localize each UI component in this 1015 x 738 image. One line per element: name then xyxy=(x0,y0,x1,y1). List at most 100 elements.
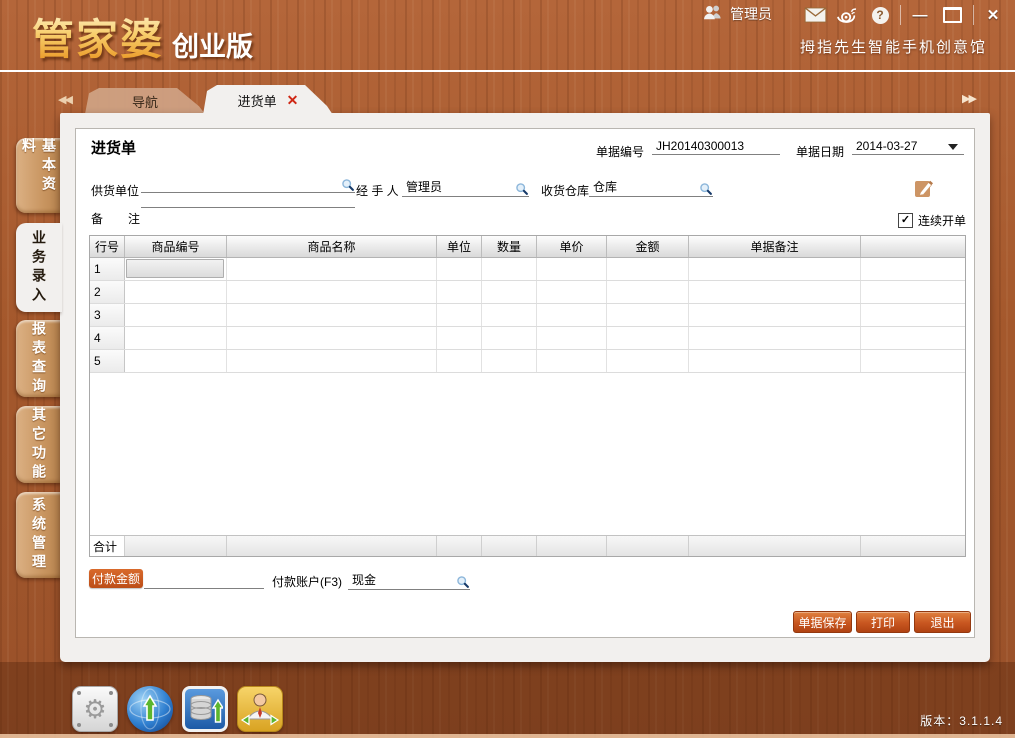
help-icon[interactable]: ? xyxy=(864,7,896,24)
selected-cell[interactable] xyxy=(126,259,224,278)
cell-doc-remark[interactable] xyxy=(689,304,861,326)
weibo-icon[interactable] xyxy=(830,6,864,24)
cell-doc-remark[interactable] xyxy=(689,350,861,372)
sidebar-item-business-entry[interactable]: 业务录入 xyxy=(16,223,62,312)
supplier-label: 供货单位 xyxy=(91,182,139,199)
cell-product-name[interactable] xyxy=(227,350,437,372)
table-row: 2 xyxy=(90,281,965,304)
cell-product-name[interactable] xyxy=(227,281,437,303)
switch-user-icon[interactable] xyxy=(237,686,283,732)
continuous-billing-checkbox[interactable]: ✓ 连续开单 xyxy=(898,212,966,229)
remark-field[interactable] xyxy=(141,206,355,208)
cell-doc-remark[interactable] xyxy=(689,281,861,303)
cell-product-name[interactable] xyxy=(227,327,437,349)
doc-no-field[interactable]: JH20140300013 xyxy=(652,139,780,155)
cell-unit-price[interactable] xyxy=(537,304,607,326)
close-icon[interactable]: ✕ xyxy=(978,6,1008,24)
cell-unit-price[interactable] xyxy=(537,327,607,349)
supplier-field[interactable] xyxy=(141,178,355,193)
app-logo: 管家婆 创业版 xyxy=(32,6,253,67)
total-label: 合计 xyxy=(90,536,125,556)
handler-field[interactable]: 管理员 xyxy=(402,178,529,197)
database-backup-icon[interactable] xyxy=(182,686,228,732)
cell-product-code[interactable] xyxy=(125,350,227,372)
row-number: 3 xyxy=(90,304,125,326)
date-dropdown-icon[interactable] xyxy=(948,144,958,150)
cell-unit[interactable] xyxy=(437,327,482,349)
sidebar-item-system-management[interactable]: 系统管理 xyxy=(16,492,62,578)
doc-date-field[interactable]: 2014-03-27 xyxy=(852,139,964,155)
col-header-product-code: 商品编号 xyxy=(125,236,227,257)
cell-unit-price[interactable] xyxy=(537,258,607,280)
cell-unit-price[interactable] xyxy=(537,281,607,303)
col-header-row-no: 行号 xyxy=(90,236,125,257)
doc-no-label: 单据编号 xyxy=(596,143,644,160)
table-empty-area xyxy=(90,373,965,535)
row-number: 1 xyxy=(90,258,125,280)
cell-amount[interactable] xyxy=(607,281,689,303)
tabs-scroll-left-icon[interactable]: ◀◀ xyxy=(58,93,71,106)
handler-search-icon[interactable] xyxy=(515,182,529,196)
page-title: 进货单 xyxy=(91,137,136,158)
warehouse-search-icon[interactable] xyxy=(699,182,713,196)
cell-doc-remark[interactable] xyxy=(689,327,861,349)
row-number: 4 xyxy=(90,327,125,349)
cell-amount[interactable] xyxy=(607,350,689,372)
cell-doc-remark[interactable] xyxy=(689,258,861,280)
tabs-scroll-right-icon[interactable]: ▶▶ xyxy=(962,92,975,105)
cell-amount[interactable] xyxy=(607,304,689,326)
cell-unit[interactable] xyxy=(437,304,482,326)
cell-product-name[interactable] xyxy=(227,258,437,280)
save-button[interactable]: 单据保存 xyxy=(793,611,852,633)
sidebar-item-basic-data[interactable]: 基本资料 xyxy=(16,138,62,213)
cell-product-name[interactable] xyxy=(227,304,437,326)
cell-amount[interactable] xyxy=(607,258,689,280)
cell-product-code[interactable] xyxy=(125,258,227,280)
maximize-icon[interactable] xyxy=(935,7,969,23)
mail-icon[interactable] xyxy=(800,7,830,23)
table-row: 3 xyxy=(90,304,965,327)
cell-product-code[interactable] xyxy=(125,304,227,326)
version-label: 版本：3.1.1.4 xyxy=(920,712,1003,729)
print-button[interactable]: 打印 xyxy=(856,611,910,633)
tab-navigation-label: 导航 xyxy=(132,92,158,111)
cell-quantity[interactable] xyxy=(482,350,537,372)
warehouse-field[interactable]: 仓库 xyxy=(589,178,713,197)
user-icon xyxy=(702,4,724,24)
sidebar-item-report-query[interactable]: 报表查询 xyxy=(16,320,62,397)
cell-quantity[interactable] xyxy=(482,327,537,349)
main-panel: 进货单 单据编号 JH20140300013 单据日期 2014-03-27 供… xyxy=(60,113,990,662)
cell-unit-price[interactable] xyxy=(537,350,607,372)
cell-quantity[interactable] xyxy=(482,304,537,326)
payment-amount-field[interactable] xyxy=(144,571,264,589)
tab-navigation[interactable]: 导航 xyxy=(85,88,205,114)
titlebar-separator xyxy=(973,5,974,25)
cell-amount[interactable] xyxy=(607,327,689,349)
cell-unit[interactable] xyxy=(437,281,482,303)
cell-quantity[interactable] xyxy=(482,281,537,303)
cell-quantity[interactable] xyxy=(482,258,537,280)
user-account[interactable]: 管理员 xyxy=(702,4,772,24)
exit-button[interactable]: 退出 xyxy=(914,611,971,633)
settings-gear-icon[interactable]: ⚙ xyxy=(72,686,118,732)
cell-unit[interactable] xyxy=(437,350,482,372)
payment-amount-label: 付款金额 xyxy=(89,569,143,588)
remark-label: 备 注 xyxy=(91,210,140,227)
sidebar-item-other-functions[interactable]: 其它功能 xyxy=(16,406,62,483)
tab-close-icon[interactable]: ✕ xyxy=(287,92,299,109)
cell-unit[interactable] xyxy=(437,258,482,280)
cell-product-code[interactable] xyxy=(125,327,227,349)
supplier-search-icon[interactable] xyxy=(341,178,355,192)
items-table: 行号 商品编号 商品名称 单位 数量 单价 金额 单据备注 1 xyxy=(89,235,966,557)
titlebar-separator xyxy=(900,5,901,25)
payment-account-search-icon[interactable] xyxy=(456,575,470,589)
tab-purchase-order[interactable]: 进货单 ✕ xyxy=(203,85,333,115)
continuous-billing-label: 连续开单 xyxy=(918,212,966,229)
cell-product-code[interactable] xyxy=(125,281,227,303)
payment-account-field[interactable]: 现金 xyxy=(348,569,470,590)
user-name-label: 管理员 xyxy=(730,4,772,24)
online-upgrade-globe-icon[interactable] xyxy=(127,686,173,732)
warehouse-label: 收货仓库 xyxy=(541,182,589,199)
edit-icon[interactable] xyxy=(914,177,935,198)
minimize-icon[interactable]: — xyxy=(905,7,935,24)
